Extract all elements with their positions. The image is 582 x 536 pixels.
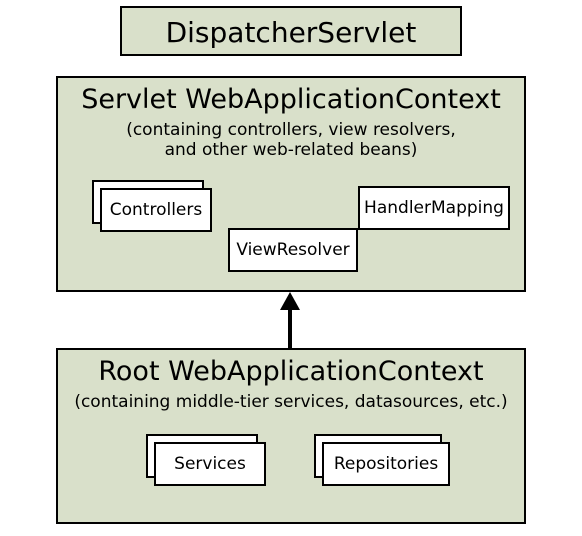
repositories-box: Repositories [322,442,450,486]
root-context-title: Root WebApplicationContext [58,356,524,387]
controllers-label: Controllers [110,200,202,220]
servlet-context-title: Servlet WebApplicationContext [58,84,524,115]
root-context-subtitle: (containing middle-tier services, dataso… [58,392,524,412]
root-context-box: Root WebApplicationContext (containing m… [56,348,526,524]
dispatcher-title: DispatcherServlet [122,16,460,49]
repositories-label: Repositories [334,454,438,474]
services-label: Services [174,454,246,474]
handlermapping-label: HandlerMapping [364,198,504,218]
viewresolver-label: ViewResolver [236,240,349,260]
dispatcher-servlet-box: DispatcherServlet [120,6,462,56]
servlet-context-subtitle-2: and other web-related beans) [58,140,524,160]
services-box: Services [154,442,266,486]
viewresolver-box: ViewResolver [228,228,358,272]
handlermapping-box: HandlerMapping [358,186,510,230]
delegation-arrow-head [280,292,300,310]
servlet-context-subtitle-1: (containing controllers, view resolvers, [58,120,524,140]
controllers-box: Controllers [100,188,212,232]
delegation-arrow-line [288,308,292,348]
servlet-context-box: Servlet WebApplicationContext (containin… [56,76,526,292]
